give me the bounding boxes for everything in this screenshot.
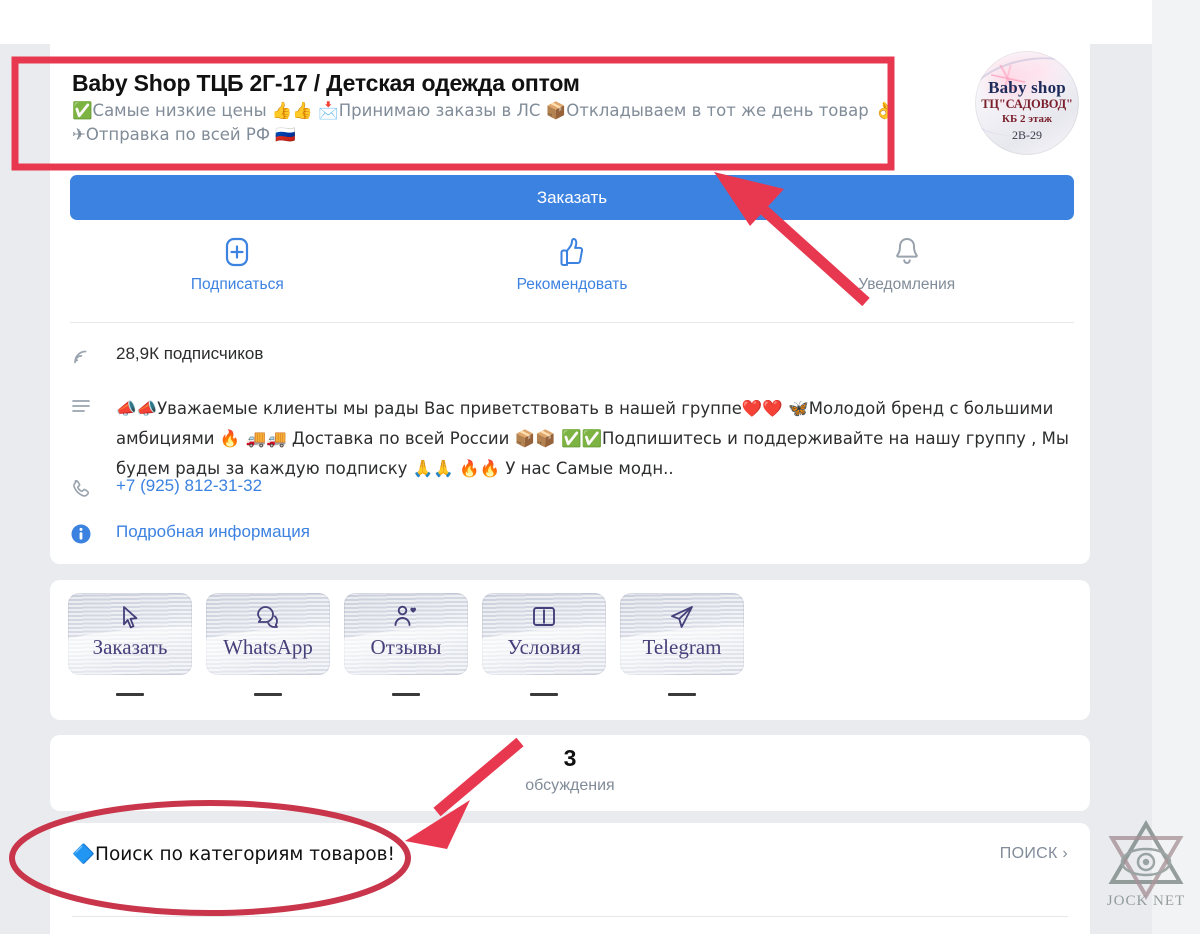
- menu-dash: [530, 693, 558, 696]
- recommend-action[interactable]: Рекомендовать: [405, 234, 740, 314]
- rss-icon: [70, 344, 116, 372]
- group-subtitle-line-2: ✈Отправка по всей РФ 🇷🇺: [72, 125, 296, 144]
- chat-bubble-icon: [206, 603, 330, 636]
- svg-text:JOCK NET: JOCK NET: [1107, 893, 1185, 909]
- menu-dash: [116, 693, 144, 696]
- search-button-label: ПОИСК: [999, 845, 1058, 862]
- page-title: Baby Shop ТЦБ 2Г-17 / Детская одежда опт…: [72, 70, 580, 96]
- book-icon: [482, 603, 606, 636]
- menu-tile-telegram[interactable]: Telegram: [620, 593, 744, 675]
- avatar-line-3: КБ 2 этаж: [1001, 113, 1052, 125]
- right-gutter: [1152, 0, 1200, 934]
- avatar[interactable]: Baby shop ТЦ"САДОВОД" КБ 2 этаж 2В-29: [975, 51, 1079, 155]
- menu-dash: [668, 693, 696, 696]
- subscribers-count: 28,9К подписчиков: [116, 344, 264, 363]
- menu-tile-order[interactable]: Заказать: [68, 593, 192, 675]
- subscribers-row: 28,9К подписчиков: [70, 344, 263, 372]
- cursor-icon: [68, 603, 192, 636]
- info-icon: [70, 522, 116, 550]
- watermark: JOCK NET: [1094, 812, 1198, 916]
- search-card-divider: [72, 916, 1068, 917]
- menu-item-terms[interactable]: Условия: [482, 593, 606, 696]
- menu-tile-whatsapp[interactable]: WhatsApp: [206, 593, 330, 675]
- recommend-action-label: Рекомендовать: [516, 276, 628, 293]
- group-description: 📣📣Уважаемые клиенты мы рады Вас приветст…: [116, 399, 1069, 478]
- list-lines-icon: [70, 394, 116, 422]
- screen-root: Baby Shop ТЦБ 2Г-17 / Детская одежда опт…: [0, 0, 1200, 934]
- menu-tile-telegram-label: Telegram: [642, 635, 722, 659]
- discussions-count: 3: [563, 745, 577, 771]
- avatar-line-1: Baby shop: [988, 78, 1066, 97]
- person-heart-icon: [344, 603, 468, 636]
- menu-tile-reviews[interactable]: Отзывы: [344, 593, 468, 675]
- chevron-right-icon: ›: [1062, 845, 1068, 862]
- menu-dash: [254, 693, 282, 696]
- discussions-card[interactable]: 3 обсуждения: [50, 735, 1090, 811]
- thumbs-up-icon: [405, 234, 740, 274]
- menu-tile-terms-label: Условия: [507, 635, 581, 659]
- paper-plane-icon: [620, 603, 744, 636]
- details-row[interactable]: Подробная информация: [70, 522, 310, 550]
- avatar-line-2: ТЦ"САДОВОД": [981, 97, 1073, 111]
- menu-tile-terms[interactable]: Условия: [482, 593, 606, 675]
- menu-apps-card: Заказать WhatsApp Отзывы Условия Telegra…: [50, 580, 1090, 720]
- menu-item-reviews[interactable]: Отзывы: [344, 593, 468, 696]
- bell-icon: [739, 234, 1074, 274]
- avatar-line-4: 2В-29: [1012, 128, 1042, 142]
- menu-item-order[interactable]: Заказать: [68, 593, 192, 696]
- subscribe-action[interactable]: Подписаться: [70, 234, 405, 314]
- search-categories-card: 🔷Поиск по категориям товаров! ПОИСК ›: [50, 823, 1090, 934]
- phone-row[interactable]: +7 (925) 812-31-32: [70, 476, 262, 504]
- plus-box-icon: [70, 234, 405, 274]
- menu-tile-whatsapp-label: WhatsApp: [223, 635, 313, 659]
- group-profile-card: Baby Shop ТЦБ 2Г-17 / Детская одежда опт…: [50, 44, 1090, 564]
- menu-item-telegram[interactable]: Telegram: [620, 593, 744, 696]
- group-subtitle: ✅Самые низкие цены 👍👍 📩Принимаю заказы в…: [72, 99, 952, 147]
- discussions-caption: обсуждения: [525, 777, 615, 794]
- menu-tile-order-label: Заказать: [92, 635, 168, 659]
- notifications-action-label: Уведомления: [858, 276, 956, 293]
- details-link[interactable]: Подробная информация: [116, 522, 310, 542]
- search-categories-title[interactable]: 🔷Поиск по категориям товаров!: [72, 843, 395, 865]
- notifications-action[interactable]: Уведомления: [739, 234, 1074, 314]
- action-buttons-row: Подписаться Рекомендовать Уведомления: [70, 234, 1074, 314]
- subscribe-action-label: Подписаться: [190, 276, 284, 293]
- order-button[interactable]: Заказать: [70, 175, 1074, 220]
- menu-item-whatsapp[interactable]: WhatsApp: [206, 593, 330, 696]
- menu-tile-reviews-label: Отзывы: [370, 635, 442, 659]
- menu-dash: [392, 693, 420, 696]
- search-button[interactable]: ПОИСК ›: [1000, 845, 1068, 863]
- description-row[interactable]: 📣📣Уважаемые клиенты мы рады Вас приветст…: [70, 394, 1071, 484]
- group-subtitle-line-1: ✅Самые низкие цены 👍👍 📩Принимаю заказы в…: [72, 101, 895, 120]
- phone-number[interactable]: +7 (925) 812-31-32: [116, 476, 262, 496]
- menu-strip: Заказать WhatsApp Отзывы Условия Telegra…: [68, 593, 744, 696]
- phone-icon: [70, 476, 116, 504]
- actions-divider: [70, 322, 1074, 323]
